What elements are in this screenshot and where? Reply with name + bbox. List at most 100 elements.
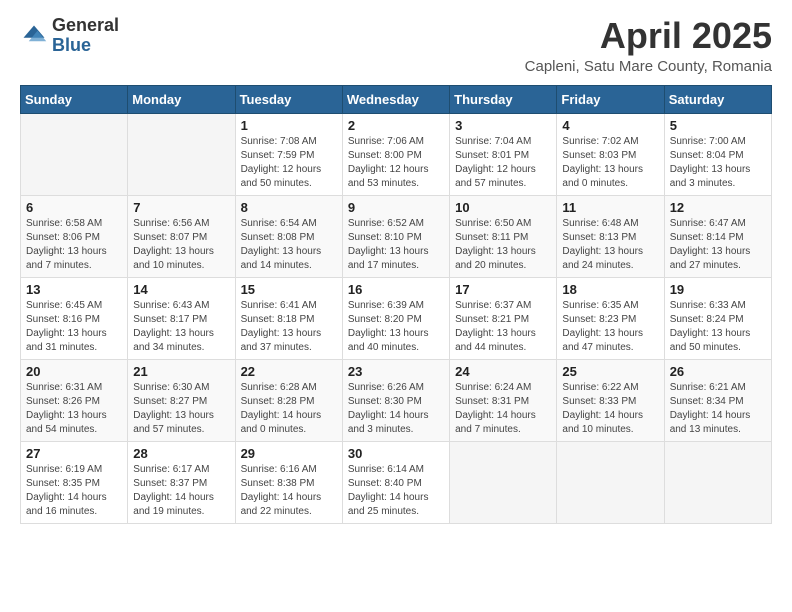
day-info: Sunrise: 6:22 AMSunset: 8:33 PMDaylight:…	[562, 381, 658, 437]
calendar-day-cell: 11 Sunrise: 6:48 AMSunset: 8:13 PMDayligh…	[557, 195, 664, 277]
day-number: 12	[670, 200, 766, 215]
day-number: 9	[348, 200, 444, 215]
day-info: Sunrise: 6:58 AMSunset: 8:06 PMDaylight:…	[26, 217, 122, 273]
calendar-day-cell: 16 Sunrise: 6:39 AMSunset: 8:20 PMDayligh…	[342, 277, 449, 359]
day-info: Sunrise: 6:54 AMSunset: 8:08 PMDaylight:…	[241, 217, 337, 273]
day-number: 17	[455, 282, 551, 297]
calendar-day-cell	[21, 113, 128, 195]
day-info: Sunrise: 6:14 AMSunset: 8:40 PMDaylight:…	[348, 463, 444, 519]
calendar-day-cell: 27 Sunrise: 6:19 AMSunset: 8:35 PMDayligh…	[21, 441, 128, 523]
day-info: Sunrise: 6:17 AMSunset: 8:37 PMDaylight:…	[133, 463, 229, 519]
day-number: 11	[562, 200, 658, 215]
calendar-day-cell: 2 Sunrise: 7:06 AMSunset: 8:00 PMDaylight…	[342, 113, 449, 195]
logo: General Blue	[20, 16, 119, 56]
calendar-day-cell: 17 Sunrise: 6:37 AMSunset: 8:21 PMDayligh…	[450, 277, 557, 359]
day-info: Sunrise: 6:52 AMSunset: 8:10 PMDaylight:…	[348, 217, 444, 273]
day-number: 5	[670, 118, 766, 133]
month-year-title: April 2025	[525, 16, 772, 56]
day-number: 30	[348, 446, 444, 461]
day-of-week-header: Thursday	[450, 85, 557, 113]
calendar-week-row: 1 Sunrise: 7:08 AMSunset: 7:59 PMDaylight…	[21, 113, 772, 195]
calendar-week-row: 20 Sunrise: 6:31 AMSunset: 8:26 PMDayligh…	[21, 359, 772, 441]
calendar-day-cell: 14 Sunrise: 6:43 AMSunset: 8:17 PMDayligh…	[128, 277, 235, 359]
day-number: 10	[455, 200, 551, 215]
calendar-day-cell: 3Sunrise: 7:04 AMSunset: 8:01 PMDaylight…	[450, 113, 557, 195]
day-of-week-header: Wednesday	[342, 85, 449, 113]
calendar-day-cell: 18 Sunrise: 6:35 AMSunset: 8:23 PMDayligh…	[557, 277, 664, 359]
day-info: Sunrise: 6:16 AMSunset: 8:38 PMDaylight:…	[241, 463, 337, 519]
day-number: 2	[348, 118, 444, 133]
calendar-day-cell: 15Sunrise: 6:41 AMSunset: 8:18 PMDayligh…	[235, 277, 342, 359]
day-number: 29	[241, 446, 337, 461]
day-info: Sunrise: 6:30 AMSunset: 8:27 PMDaylight:…	[133, 381, 229, 437]
day-number: 25	[562, 364, 658, 379]
day-number: 21	[133, 364, 229, 379]
day-number: 1	[241, 118, 337, 133]
day-info: Sunrise: 6:56 AMSunset: 8:07 PMDaylight:…	[133, 217, 229, 273]
day-info: Sunrise: 6:45 AMSunset: 8:16 PMDaylight:…	[26, 299, 122, 355]
calendar-week-row: 13 Sunrise: 6:45 AMSunset: 8:16 PMDayligh…	[21, 277, 772, 359]
calendar-day-cell: 8Sunrise: 6:54 AMSunset: 8:08 PMDaylight…	[235, 195, 342, 277]
calendar-day-cell	[664, 441, 771, 523]
logo-general: General	[52, 15, 119, 35]
calendar-day-cell: 22 Sunrise: 6:28 AMSunset: 8:28 PMDayligh…	[235, 359, 342, 441]
day-info: Sunrise: 6:31 AMSunset: 8:26 PMDaylight:…	[26, 381, 122, 437]
calendar-day-cell: 19 Sunrise: 6:33 AMSunset: 8:24 PMDayligh…	[664, 277, 771, 359]
day-number: 16	[348, 282, 444, 297]
day-number: 24	[455, 364, 551, 379]
day-number: 26	[670, 364, 766, 379]
calendar-day-cell: 9 Sunrise: 6:52 AMSunset: 8:10 PMDaylight…	[342, 195, 449, 277]
day-number: 18	[562, 282, 658, 297]
day-info: Sunrise: 6:28 AMSunset: 8:28 PMDaylight:…	[241, 381, 337, 437]
day-of-week-header: Tuesday	[235, 85, 342, 113]
calendar-day-cell: 30 Sunrise: 6:14 AMSunset: 8:40 PMDayligh…	[342, 441, 449, 523]
day-info: Sunrise: 7:06 AMSunset: 8:00 PMDaylight:…	[348, 135, 444, 191]
calendar-day-cell: 1 Sunrise: 7:08 AMSunset: 7:59 PMDaylight…	[235, 113, 342, 195]
calendar-day-cell: 25 Sunrise: 6:22 AMSunset: 8:33 PMDayligh…	[557, 359, 664, 441]
day-info: Sunrise: 6:48 AMSunset: 8:13 PMDaylight:…	[562, 217, 658, 273]
calendar-day-cell	[128, 113, 235, 195]
page-header: General Blue April 2025 Capleni, Satu Ma…	[20, 16, 772, 75]
calendar-day-cell	[557, 441, 664, 523]
day-info: Sunrise: 6:39 AMSunset: 8:20 PMDaylight:…	[348, 299, 444, 355]
calendar-day-cell: 4Sunrise: 7:02 AMSunset: 8:03 PMDaylight…	[557, 113, 664, 195]
day-info: Sunrise: 6:35 AMSunset: 8:23 PMDaylight:…	[562, 299, 658, 355]
location-subtitle: Capleni, Satu Mare County, Romania	[525, 58, 772, 75]
day-info: Sunrise: 6:50 AMSunset: 8:11 PMDaylight:…	[455, 217, 551, 273]
calendar-day-cell	[450, 441, 557, 523]
day-number: 19	[670, 282, 766, 297]
calendar-day-cell: 23Sunrise: 6:26 AMSunset: 8:30 PMDayligh…	[342, 359, 449, 441]
day-info: Sunrise: 6:43 AMSunset: 8:17 PMDaylight:…	[133, 299, 229, 355]
day-number: 23	[348, 364, 444, 379]
calendar-day-cell: 13 Sunrise: 6:45 AMSunset: 8:16 PMDayligh…	[21, 277, 128, 359]
day-info: Sunrise: 7:08 AMSunset: 7:59 PMDaylight:…	[241, 135, 337, 191]
calendar-day-cell: 6 Sunrise: 6:58 AMSunset: 8:06 PMDaylight…	[21, 195, 128, 277]
title-block: April 2025 Capleni, Satu Mare County, Ro…	[525, 16, 772, 75]
calendar-day-cell: 5Sunrise: 7:00 AMSunset: 8:04 PMDaylight…	[664, 113, 771, 195]
day-number: 22	[241, 364, 337, 379]
day-info: Sunrise: 6:33 AMSunset: 8:24 PMDaylight:…	[670, 299, 766, 355]
day-info: Sunrise: 6:19 AMSunset: 8:35 PMDaylight:…	[26, 463, 122, 519]
day-number: 27	[26, 446, 122, 461]
day-number: 14	[133, 282, 229, 297]
day-of-week-header: Monday	[128, 85, 235, 113]
day-number: 20	[26, 364, 122, 379]
calendar-day-cell: 26 Sunrise: 6:21 AMSunset: 8:34 PMDayligh…	[664, 359, 771, 441]
calendar-day-cell: 7Sunrise: 6:56 AMSunset: 8:07 PMDaylight…	[128, 195, 235, 277]
logo-blue: Blue	[52, 35, 91, 55]
day-number: 28	[133, 446, 229, 461]
calendar-day-cell: 20 Sunrise: 6:31 AMSunset: 8:26 PMDayligh…	[21, 359, 128, 441]
calendar-day-cell: 12Sunrise: 6:47 AMSunset: 8:14 PMDayligh…	[664, 195, 771, 277]
day-info: Sunrise: 6:21 AMSunset: 8:34 PMDaylight:…	[670, 381, 766, 437]
calendar-week-row: 6 Sunrise: 6:58 AMSunset: 8:06 PMDaylight…	[21, 195, 772, 277]
day-info: Sunrise: 7:02 AMSunset: 8:03 PMDaylight:…	[562, 135, 658, 191]
calendar-day-cell: 29 Sunrise: 6:16 AMSunset: 8:38 PMDayligh…	[235, 441, 342, 523]
calendar-week-row: 27 Sunrise: 6:19 AMSunset: 8:35 PMDayligh…	[21, 441, 772, 523]
day-info: Sunrise: 6:24 AMSunset: 8:31 PMDaylight:…	[455, 381, 551, 437]
day-of-week-header: Saturday	[664, 85, 771, 113]
calendar-header-row: SundayMondayTuesdayWednesdayThursdayFrid…	[21, 85, 772, 113]
day-number: 13	[26, 282, 122, 297]
day-number: 6	[26, 200, 122, 215]
day-of-week-header: Friday	[557, 85, 664, 113]
day-info: Sunrise: 6:37 AMSunset: 8:21 PMDaylight:…	[455, 299, 551, 355]
